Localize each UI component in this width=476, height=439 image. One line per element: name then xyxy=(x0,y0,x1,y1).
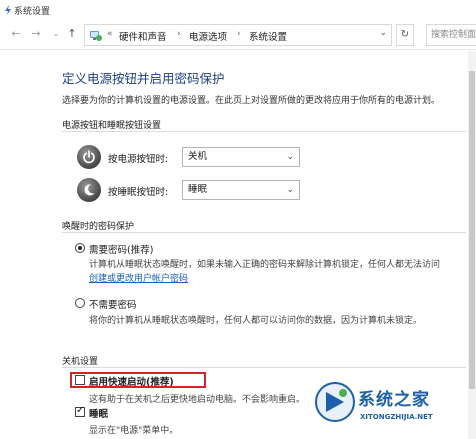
no-password-description: 将你的计算机从睡眠状态唤醒时，任何人都可以访问你的数据，因为计算机未锁定。 xyxy=(89,316,423,326)
breadcrumb-separator[interactable]: › xyxy=(237,29,241,39)
watermark-text: 系统之家 xyxy=(358,390,430,410)
refresh-icon[interactable]: ↻ xyxy=(396,24,414,46)
sleep-button-label: 按睡眠按钮时: xyxy=(108,187,169,198)
breadcrumb-separator[interactable]: › xyxy=(177,29,181,39)
watermark-logo-icon xyxy=(315,382,355,422)
fast-startup-label[interactable]: 启用快速启动(推荐) xyxy=(89,374,174,388)
chevron-down-icon: ⌄ xyxy=(286,185,294,195)
sleep-label[interactable]: 睡眠 xyxy=(89,406,108,420)
forward-arrow-icon[interactable]: → xyxy=(28,26,44,42)
breadcrumb-system-settings[interactable]: 系统设置 xyxy=(249,29,287,43)
change-password-link[interactable]: 创建或更改用户帐户密码 xyxy=(89,271,188,284)
search-input[interactable]: 搜索控制面 xyxy=(426,24,476,46)
power-button-label: 按电源按钮时: xyxy=(108,154,169,165)
address-dropdown-icon[interactable]: ⌄ xyxy=(379,28,387,38)
main-content: 定义电源按钮并启用密码保护 选择要为你的计算机设置的电源设置。在此页上对设置所做… xyxy=(0,51,476,439)
breadcrumb-power-options[interactable]: 电源选项 xyxy=(189,29,227,43)
sleep-button-action-select[interactable]: 睡眠 ⌄ xyxy=(182,180,300,200)
sleep-checkbox[interactable] xyxy=(75,405,85,417)
power-icon xyxy=(77,145,101,169)
address-overflow-icon[interactable]: « xyxy=(107,29,113,39)
page-title: 定义电源按钮并启用密码保护 xyxy=(62,71,225,86)
navigation-bar: ← → ⌄ ↑ « 硬件和声音 › 电源选项 › 系统设置 ⌄ ↻ 搜索控制面 xyxy=(0,20,476,50)
section-title-wake-password: 唤醒时的密码保护 xyxy=(62,222,135,232)
window-title: 系统设置 xyxy=(14,7,51,17)
back-arrow-icon[interactable]: ← xyxy=(8,26,24,42)
chevron-down-icon: ⌄ xyxy=(286,152,294,162)
require-password-description: 计算机从睡眠状态唤醒时，如果未输入正确的密码来解除计算机锁定，任何人都无法访问 xyxy=(89,260,441,270)
no-password-label[interactable]: 不需要密码 xyxy=(89,297,137,311)
section-divider xyxy=(62,367,466,368)
control-panel-icon xyxy=(90,31,102,41)
fast-startup-checkbox[interactable] xyxy=(75,375,85,385)
address-bar[interactable]: « 硬件和声音 › 电源选项 › 系统设置 ⌄ xyxy=(84,24,392,46)
scrollbar-thumb[interactable] xyxy=(469,71,475,389)
require-password-radio[interactable] xyxy=(75,243,85,253)
section-title-power-buttons: 电源按钮和睡眠按钮设置 xyxy=(62,121,162,131)
system-settings-icon xyxy=(5,5,11,15)
no-password-radio[interactable] xyxy=(75,298,85,308)
page-description: 选择要为你的计算机设置的电源设置。在此页上对设置所做的更改将应用于你所有的电源计… xyxy=(62,96,441,106)
power-button-action-value: 关机 xyxy=(188,151,208,162)
require-password-label[interactable]: 需要密码(推荐) xyxy=(89,242,153,256)
title-bar: 系统设置 xyxy=(0,0,476,20)
power-button-action-select[interactable]: 关机 ⌄ xyxy=(182,147,300,167)
sleep-description: 显示在"电源"菜单中。 xyxy=(89,426,179,436)
section-divider xyxy=(62,131,466,132)
moon-icon xyxy=(77,178,101,202)
breadcrumb-hardware-sound[interactable]: 硬件和声音 xyxy=(119,29,167,43)
watermark: 系统之家 XITONGZHIJIA.NET xyxy=(308,377,476,439)
watermark-url: XITONGZHIJIA.NET xyxy=(360,413,433,421)
sleep-button-action-value: 睡眠 xyxy=(188,184,208,195)
section-title-shutdown: 关机设置 xyxy=(62,357,99,367)
fast-startup-description: 这有助于在关机之后更快地启动电脑。不会影响重启。 xyxy=(89,395,306,405)
recent-locations-chevron-icon[interactable]: ⌄ xyxy=(48,26,64,42)
section-divider xyxy=(62,232,466,233)
up-arrow-icon[interactable]: ↑ xyxy=(64,26,80,42)
